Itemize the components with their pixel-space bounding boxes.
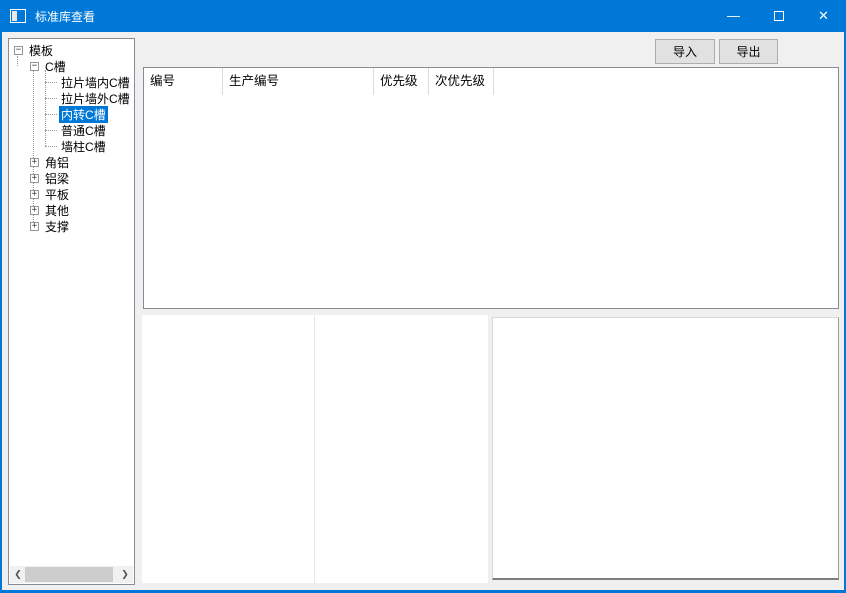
tree-item[interactable]: + 铝梁	[10, 170, 133, 186]
tree-item-label[interactable]: 普通C槽	[59, 122, 108, 139]
table-header: 编号 生产编号 优先级 次优先级	[144, 68, 838, 95]
tree-item[interactable]: 内转C槽	[10, 105, 133, 123]
preview-panel-2	[315, 315, 488, 583]
tree-horizontal-scrollbar[interactable]: ❮ ❯	[10, 566, 133, 583]
app-window: 标准库查看 — ✕ − 模板 − C槽 拉片墙内C槽 拉片墙外C槽 内转C槽 普…	[0, 0, 846, 593]
tree-item-label[interactable]: 平板	[43, 186, 71, 203]
tree-expander-icon[interactable]: −	[14, 45, 23, 55]
content-area: − 模板 − C槽 拉片墙内C槽 拉片墙外C槽 内转C槽 普通C槽 墙柱C槽 +…	[2, 32, 844, 590]
table-column-header[interactable]: 次优先级	[429, 68, 494, 95]
tree-item-label[interactable]: C槽	[43, 58, 68, 75]
tree-item-label[interactable]: 拉片墙内C槽	[59, 74, 132, 91]
tree-item[interactable]: + 支撑	[10, 218, 133, 234]
app-icon-pane	[12, 11, 17, 21]
tree-item[interactable]: + 其他	[10, 202, 133, 218]
maximize-icon	[773, 11, 784, 21]
tree-connector-stub	[45, 129, 57, 131]
tree-item-label[interactable]: 支撑	[43, 218, 71, 235]
tree-item-label[interactable]: 模板	[27, 42, 55, 59]
tree-item[interactable]: 普通C槽	[10, 122, 133, 138]
window-controls: — ✕	[711, 0, 846, 32]
tree-item[interactable]: 拉片墙外C槽	[10, 90, 133, 106]
preview-panel-3	[492, 317, 839, 580]
tree-item-label[interactable]: 拉片墙外C槽	[59, 90, 132, 107]
tree-connector-stub	[45, 113, 57, 115]
tree-expander-icon[interactable]: −	[30, 61, 39, 71]
close-button[interactable]: ✕	[801, 0, 846, 32]
tree-item-label[interactable]: 角铝	[43, 154, 71, 171]
tree-item[interactable]: 拉片墙内C槽	[10, 74, 133, 90]
tree-item[interactable]: − C槽	[10, 58, 133, 74]
tree-expander-icon[interactable]: +	[30, 189, 39, 199]
import-button[interactable]: 导入	[655, 39, 715, 64]
tree-item[interactable]: + 角铝	[10, 154, 133, 170]
tree-connector-stub	[45, 145, 57, 147]
minimize-button[interactable]: —	[711, 0, 756, 32]
tree: − 模板 − C槽 拉片墙内C槽 拉片墙外C槽 内转C槽 普通C槽 墙柱C槽 +…	[10, 42, 133, 234]
maximize-button[interactable]	[756, 0, 801, 32]
template-tree-panel: − 模板 − C槽 拉片墙内C槽 拉片墙外C槽 内转C槽 普通C槽 墙柱C槽 +…	[8, 38, 135, 585]
titlebar[interactable]: 标准库查看 — ✕	[0, 0, 846, 32]
tree-item-label[interactable]: 其他	[43, 202, 71, 219]
scrollbar-thumb[interactable]	[25, 567, 113, 582]
tree-item[interactable]: 墙柱C槽	[10, 138, 133, 154]
table-column-header[interactable]: 生产编号	[223, 68, 374, 95]
export-button[interactable]: 导出	[719, 39, 778, 64]
table-body[interactable]	[144, 95, 838, 308]
tree-connector-stub	[45, 81, 57, 83]
window-title: 标准库查看	[35, 9, 96, 24]
tree-item-label[interactable]: 内转C槽	[59, 105, 108, 123]
table-column-header[interactable]: 优先级	[374, 68, 429, 95]
scroll-left-button[interactable]: ❮	[10, 566, 26, 583]
tree-item[interactable]: − 模板	[10, 42, 133, 58]
table-column-header[interactable]: 编号	[144, 68, 223, 95]
parts-table: 编号 生产编号 优先级 次优先级	[143, 67, 839, 309]
tree-item-label[interactable]: 墙柱C槽	[59, 138, 108, 155]
table-header-filler	[494, 68, 838, 95]
app-icon	[10, 9, 26, 23]
tree-expander-icon[interactable]: +	[30, 173, 39, 183]
tree-expander-icon[interactable]: +	[30, 205, 39, 215]
scroll-right-button[interactable]: ❯	[117, 566, 133, 583]
tree-expander-icon[interactable]: +	[30, 157, 39, 167]
preview-panel-1	[142, 315, 314, 583]
tree-item[interactable]: + 平板	[10, 186, 133, 202]
tree-expander-icon[interactable]: +	[30, 221, 39, 231]
tree-item-label[interactable]: 铝梁	[43, 170, 71, 187]
tree-connector-stub	[45, 97, 57, 99]
